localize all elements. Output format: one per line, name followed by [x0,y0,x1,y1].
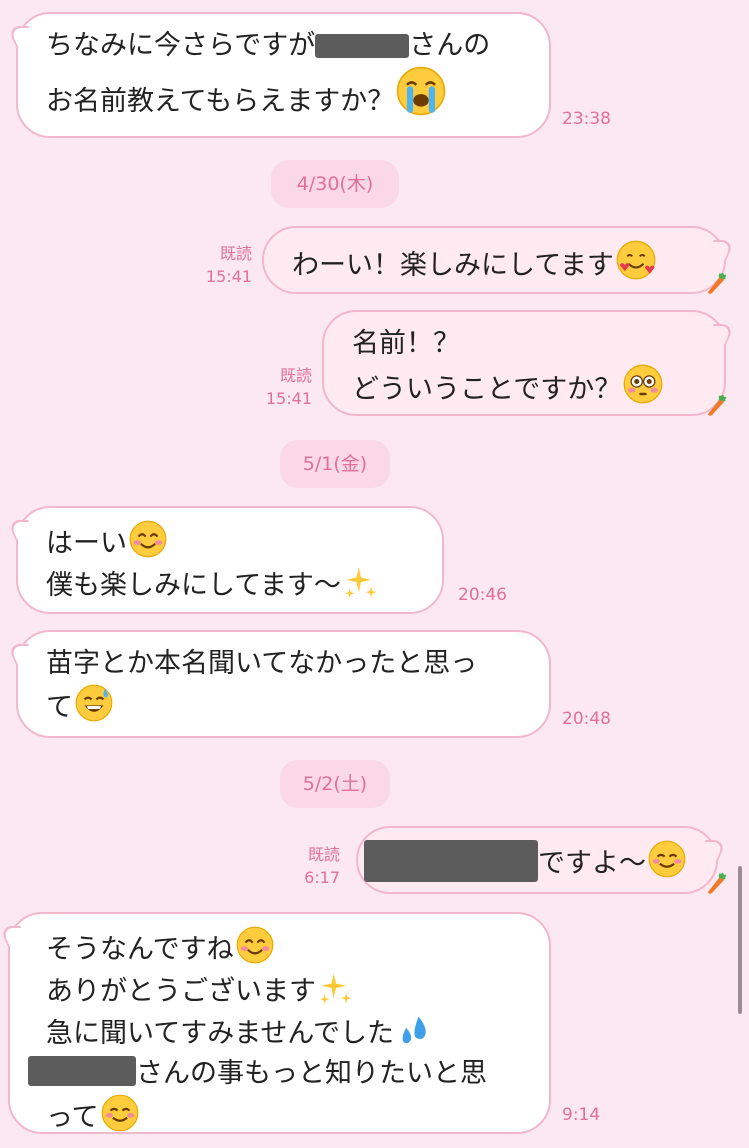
smiling-face-with-smiling-eyes-icon [129,520,167,558]
message-line: 名前！？ [352,324,724,364]
message-line: どういうことですか？ [352,364,724,410]
message-line: ちなみに今さらですが さんの [46,26,549,66]
message-text: 僕も楽しみにしてます〜 [46,570,341,601]
message-text: 苗字とか本名聞いてなかったと思っ [46,648,478,679]
read-label: 既読 [279,366,312,385]
loudly-crying-face-icon [397,66,446,116]
message-line: ですよ〜 [364,840,716,884]
flushed-face-icon [623,364,663,404]
sparkles-icon [345,567,377,598]
redacted-name [315,34,410,58]
read-label: 既読 [307,845,340,864]
read-receipt: 既読 15:41 [256,364,312,410]
smiling-face-icon [648,840,686,878]
message-bubble-incoming[interactable]: 苗字とか本名聞いてなかったと思っ て [16,630,551,738]
smiling-face-with-smiling-eyes-icon [236,926,274,964]
message-line: 苗字とか本名聞いてなかったと思っ [46,644,549,684]
message-line: ありがとうございます [46,970,549,1012]
sweat-droplets-icon [402,1016,426,1044]
message-time: 15:41 [265,389,312,408]
message-bubble-outgoing[interactable]: 名前！？ どういうことですか？ [322,310,726,416]
message-bubble-incoming[interactable]: はーい 僕も楽しみにしてます〜 [16,506,444,614]
carrot-icon [708,394,727,416]
message-bubble-incoming[interactable]: そうなんですね ありがとうございます 急に聞いてすみませんでした さんの事もっと… [8,912,551,1134]
message-text: ありがとうございます [46,976,316,1007]
message-line: 急に聞いてすみませんでした [46,1012,549,1054]
message-text: さんの [409,30,491,61]
message-time: 20:48 [562,709,611,729]
message-line: わーい！楽しみにしてます [292,240,724,286]
message-time: 20:46 [458,585,507,605]
message-time: 9:14 [562,1105,601,1125]
message-text: そうなんですね [46,934,234,965]
message-line: 僕も楽しみにしてます〜 [46,564,442,606]
carrot-icon [708,272,727,294]
message-time: 15:41 [205,267,252,286]
sparkles-icon [320,973,352,1004]
message-text: わーい！楽しみにしてます [292,250,614,281]
message-time: 6:17 [304,868,340,887]
message-line: お名前教えてもらえますか？ [46,66,549,122]
message-line: そうなんですね [46,926,549,970]
message-text: って [46,1102,99,1133]
message-line: て [46,684,549,728]
message-line: はーい [46,520,442,564]
message-text: て [46,692,73,723]
message-text: さんの事もっと知りたいと思 [136,1058,487,1089]
grinning-face-with-sweat-icon [75,684,113,722]
smiling-face-icon [101,1094,139,1132]
carrot-icon [708,872,727,894]
scrollbar[interactable] [738,866,742,1014]
message-line: さんの事もっと知りたいと思 [28,1054,549,1094]
message-text: はーい [46,528,127,559]
message-text: どういうことですか？ [352,374,622,405]
message-time: 23:38 [562,109,611,129]
message-bubble-incoming[interactable]: ちなみに今さらですが さんの お名前教えてもらえますか？ [16,12,551,138]
read-receipt: 既読 6:17 [288,843,340,889]
message-text: お名前教えてもらえますか？ [46,86,395,117]
redacted-name [28,1056,136,1086]
redacted-name [364,840,538,882]
message-text: 名前！？ [352,328,460,359]
date-separator: 4/30(木) [271,160,399,208]
date-separator: 5/1(金) [280,440,390,488]
read-receipt: 既読 15:41 [196,242,252,288]
message-bubble-outgoing[interactable]: ですよ〜 [356,826,718,894]
date-separator: 5/2(土) [280,760,390,808]
read-label: 既読 [219,244,252,263]
message-line: って [46,1094,549,1138]
smiling-face-with-hearts-icon [616,240,656,280]
message-text: 急に聞いてすみませんでした [46,1018,395,1049]
message-bubble-outgoing[interactable]: わーい！楽しみにしてます [262,226,726,294]
chat-area[interactable]: ちなみに今さらですが さんの お名前教えてもらえますか？ 23:38 4/30(木… [0,0,749,1148]
message-text: ですよ〜 [538,848,646,879]
message-text: ちなみに今さらですが [46,30,316,61]
